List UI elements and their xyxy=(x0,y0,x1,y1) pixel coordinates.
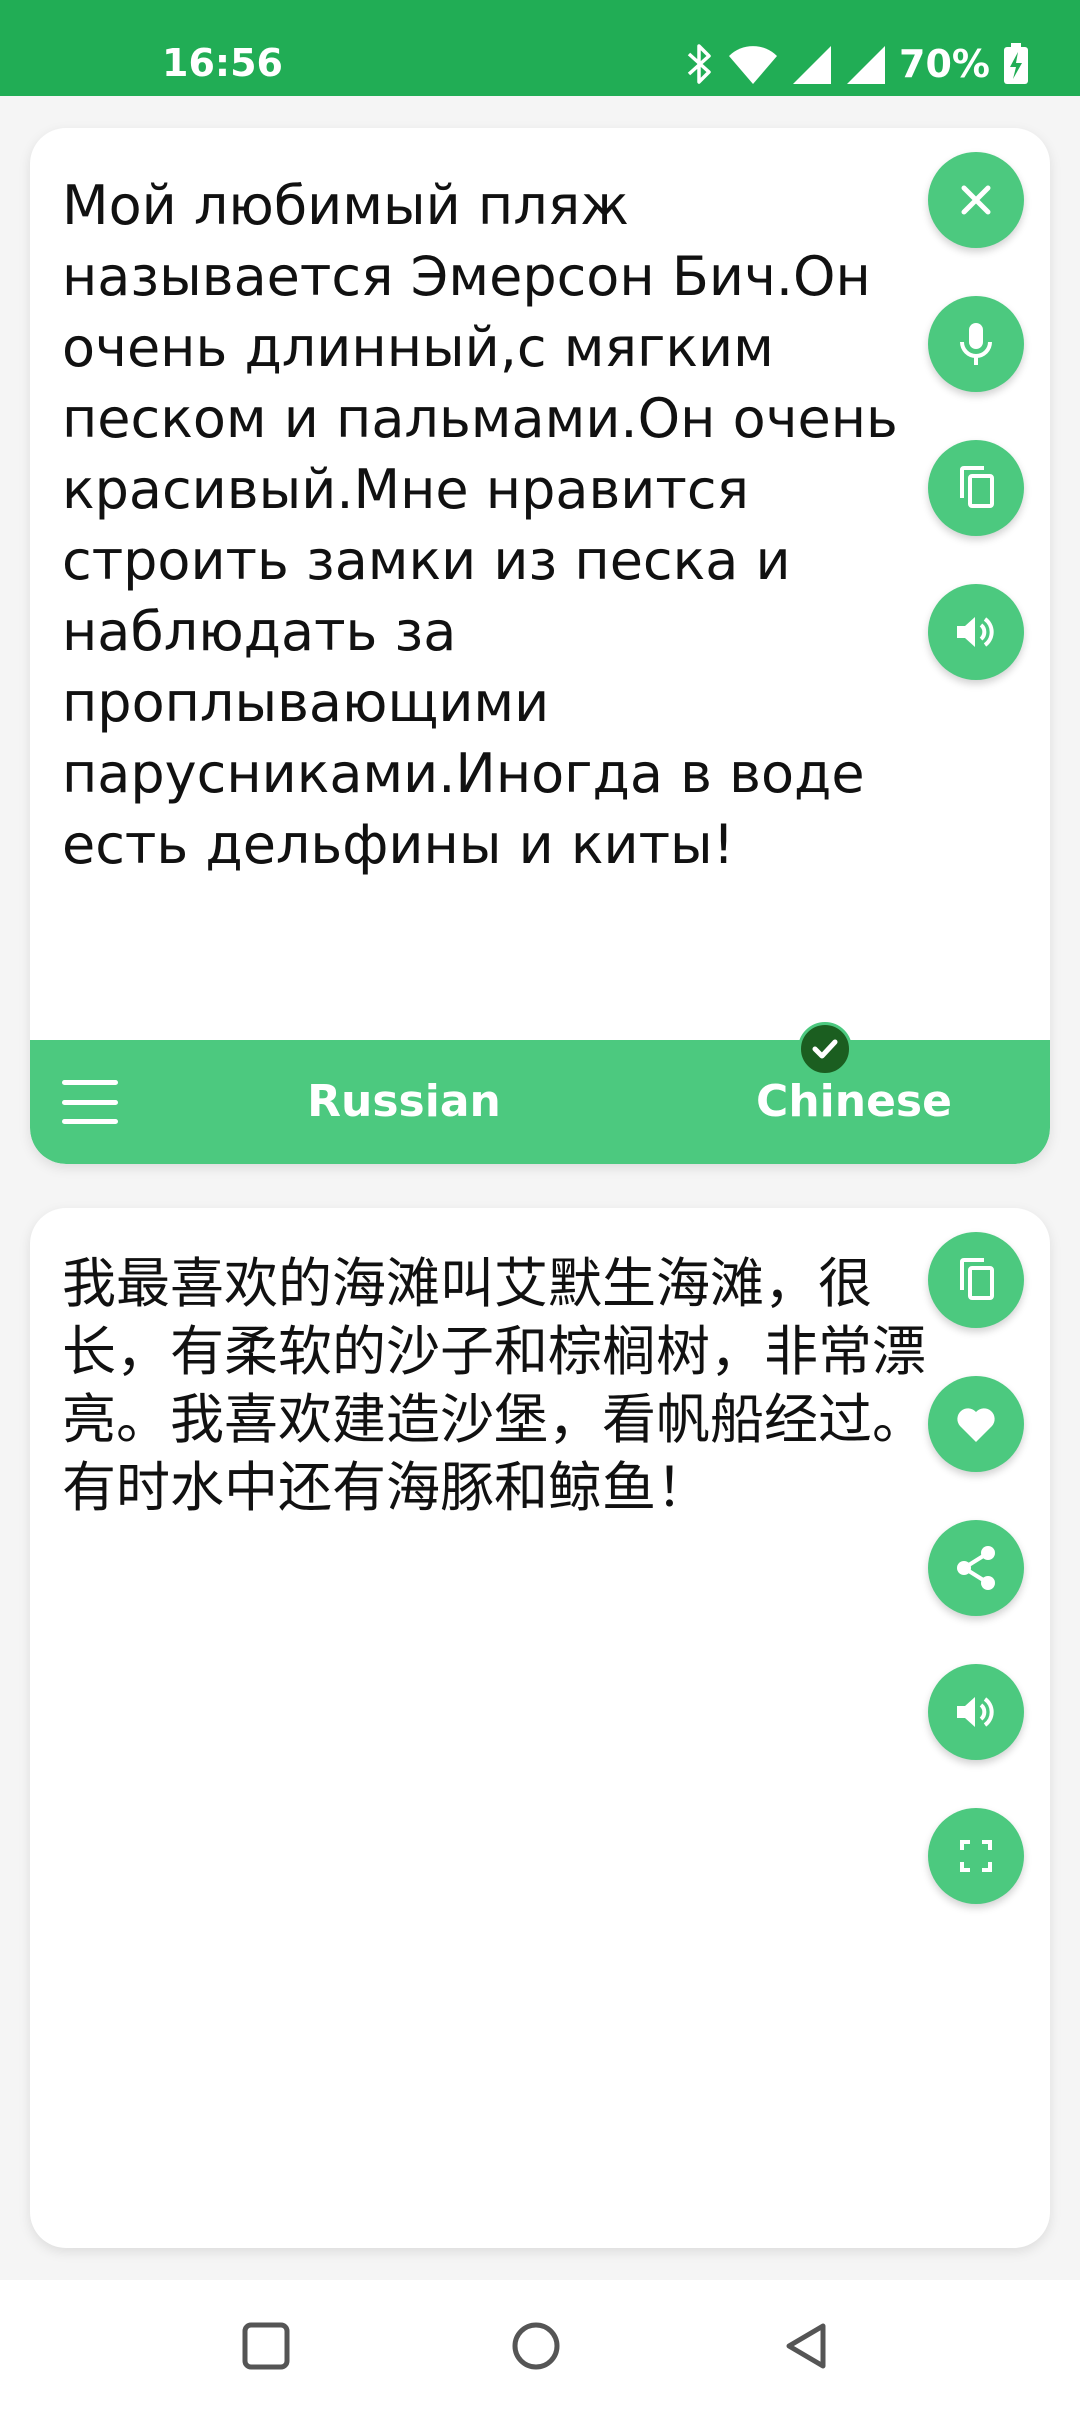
source-text[interactable]: Мой любимый пляж называется Эмерсон Бич.… xyxy=(62,170,932,880)
speaker-icon xyxy=(957,617,994,647)
close-icon xyxy=(961,185,991,215)
check-circle-icon xyxy=(812,1039,838,1059)
home-circle-icon xyxy=(512,2322,560,2370)
signal-icon xyxy=(793,46,832,84)
favorite-button[interactable] xyxy=(928,1376,1024,1472)
back-button[interactable] xyxy=(774,2314,838,2378)
recents-square-icon xyxy=(242,2322,290,2370)
copy-source-button[interactable] xyxy=(928,440,1024,536)
fullscreen-button[interactable] xyxy=(928,1808,1024,1904)
navigation-bar xyxy=(0,2280,1080,2412)
share-icon xyxy=(957,1546,995,1590)
microphone-button[interactable] xyxy=(928,296,1024,392)
translation-card: 我最喜欢的海滩叫艾默生海滩，很长，有柔软的沙子和棕榈树，非常漂亮。我喜欢建造沙堡… xyxy=(30,1208,1050,2248)
copy-translation-button[interactable] xyxy=(928,1232,1024,1328)
language-bar: Russian Chinese xyxy=(30,1040,1050,1164)
signal-icon xyxy=(847,46,886,84)
hamburger-menu-icon[interactable] xyxy=(60,1074,120,1130)
bluetooth-icon xyxy=(687,44,711,84)
selected-language-badge xyxy=(798,1022,852,1076)
battery-percent: 70% xyxy=(899,42,990,86)
clear-button[interactable] xyxy=(928,152,1024,248)
source-language-button[interactable]: Russian xyxy=(288,1076,520,1128)
status-bar: 16:56 70% xyxy=(0,0,1080,96)
wifi-icon xyxy=(729,46,778,84)
speaker-icon xyxy=(957,1697,994,1727)
status-time: 16:56 xyxy=(162,41,283,85)
target-language-button[interactable]: Chinese xyxy=(734,1076,974,1128)
translation-text[interactable]: 我最喜欢的海滩叫艾默生海滩，很长，有柔软的沙子和棕榈树，非常漂亮。我喜欢建造沙堡… xyxy=(62,1250,932,1522)
heart-icon xyxy=(957,1408,995,1442)
fullscreen-icon xyxy=(960,1840,992,1872)
app-root: 16:56 70% Мой любимый пляж называется Эм… xyxy=(0,0,1080,2412)
speak-source-button[interactable] xyxy=(928,584,1024,680)
home-button[interactable] xyxy=(504,2314,568,2378)
battery-charging-icon xyxy=(1004,43,1028,84)
status-icons: 70% xyxy=(685,40,1030,88)
copy-icon xyxy=(960,466,994,508)
recents-button[interactable] xyxy=(234,2314,298,2378)
speak-translation-button[interactable] xyxy=(928,1664,1024,1760)
back-triangle-icon xyxy=(786,2323,826,2369)
microphone-icon xyxy=(960,323,992,365)
copy-icon xyxy=(960,1258,994,1300)
share-button[interactable] xyxy=(928,1520,1024,1616)
source-card: Мой любимый пляж называется Эмерсон Бич.… xyxy=(30,128,1050,1164)
